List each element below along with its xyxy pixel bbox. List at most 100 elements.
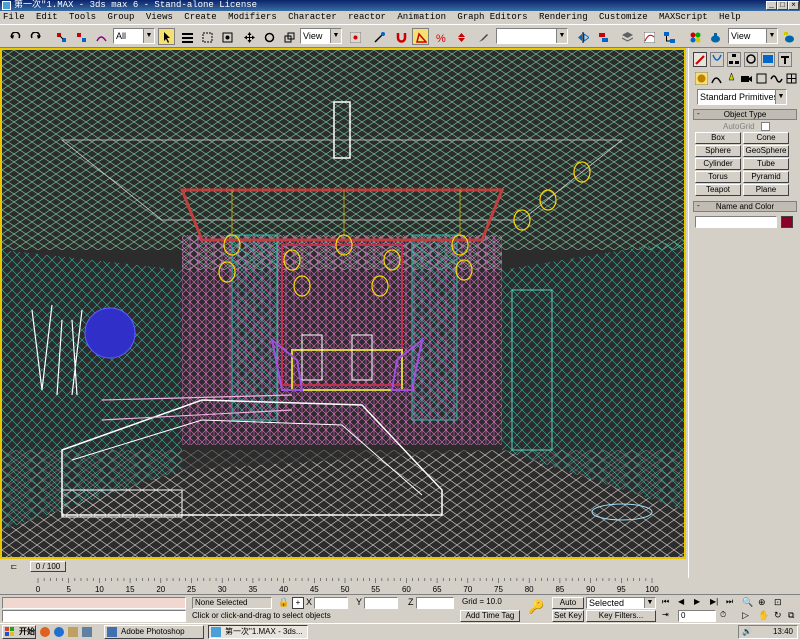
percent-snap-toggle-button[interactable]: % <box>432 28 449 45</box>
close-button[interactable]: × <box>788 1 799 10</box>
render-view-dropdown[interactable]: View ▼ <box>728 28 778 44</box>
current-frame-field[interactable]: 0 <box>678 610 716 622</box>
primitive-category-dropdown[interactable]: Standard Primitives ▼ <box>697 89 787 105</box>
select-move-button[interactable] <box>240 28 257 45</box>
maximize-button[interactable]: □ <box>777 1 788 10</box>
menu-modifiers[interactable]: Modifiers <box>225 11 280 24</box>
object-color-swatch[interactable] <box>781 216 793 228</box>
pan-icon[interactable]: ✋ <box>758 610 772 621</box>
time-slider[interactable]: 0 / 100 <box>30 561 66 572</box>
auto-key-button[interactable]: Auto Key <box>552 597 584 617</box>
cone-button[interactable]: Cone <box>743 132 789 144</box>
key-mode-dropdown[interactable]: Selected ▼ <box>586 597 656 609</box>
absolute-mode-icon[interactable]: + <box>292 597 304 609</box>
bind-space-warp-button[interactable] <box>92 28 109 45</box>
systems-icon[interactable] <box>785 72 798 85</box>
zoom-icon[interactable]: 🔍 <box>742 597 756 608</box>
render-scene-button[interactable] <box>706 28 723 45</box>
cameras-icon[interactable] <box>740 72 753 85</box>
previous-frame-icon[interactable]: ◀ <box>678 597 692 608</box>
lock-icon[interactable]: 🔒 <box>278 597 289 608</box>
helpers-icon[interactable] <box>755 72 768 85</box>
select-and-link-button[interactable] <box>52 28 69 45</box>
display-tab[interactable] <box>761 52 775 67</box>
object-type-rollout-header[interactable]: - Object Type <box>693 109 797 120</box>
next-frame-icon[interactable]: ▶| <box>710 597 724 608</box>
start-button[interactable]: 开始 <box>2 625 36 639</box>
shapes-icon[interactable] <box>710 72 723 85</box>
go-to-start-icon[interactable]: ⏮ <box>662 597 676 608</box>
geosphere-button[interactable]: GeoSphere <box>743 145 789 157</box>
minimize-button[interactable]: _ <box>766 1 777 10</box>
menu-tools[interactable]: Tools <box>66 11 99 24</box>
reference-coordinate-dropdown[interactable]: View ▼ <box>300 28 342 44</box>
modify-tab[interactable] <box>710 52 724 67</box>
task-photoshop[interactable]: Adobe Photoshop <box>104 625 204 639</box>
schematic-view-button[interactable] <box>660 28 677 45</box>
edit-named-selection-button[interactable] <box>474 28 491 45</box>
select-manipulate-button[interactable] <box>370 28 387 45</box>
menu-group[interactable]: Group <box>104 11 137 24</box>
set-key-button[interactable]: Set Key <box>552 610 584 622</box>
task-3dsmax[interactable]: 第一次"1.MAX - 3ds... <box>208 625 308 639</box>
motion-tab[interactable] <box>744 52 758 67</box>
geometry-icon[interactable] <box>695 72 708 85</box>
pyramid-button[interactable]: Pyramid <box>743 171 789 183</box>
maximize-viewport-icon[interactable]: ⧉ <box>788 610 800 621</box>
unlink-button[interactable] <box>72 28 89 45</box>
menu-file[interactable]: File <box>0 11 28 24</box>
go-to-end-icon[interactable]: ⏭ <box>726 597 740 608</box>
key-mode-toggle-icon[interactable]: ⇥ <box>662 610 676 621</box>
menu-edit[interactable]: Edit <box>33 11 61 24</box>
menu-rendering[interactable]: Rendering <box>536 11 591 24</box>
z-coordinate-field[interactable] <box>416 597 454 609</box>
torus-button[interactable]: Torus <box>695 171 741 183</box>
align-button[interactable] <box>594 28 611 45</box>
menu-maxscript[interactable]: MAXScript <box>656 11 711 24</box>
pivot-center-button[interactable] <box>346 28 363 45</box>
layer-manager-button[interactable] <box>618 28 635 45</box>
y-coordinate-field[interactable] <box>364 597 398 609</box>
zoom-extents-icon[interactable]: ⊡ <box>774 597 788 608</box>
quicklaunch-ie-icon[interactable] <box>54 627 64 637</box>
key-filters-button[interactable]: Key Filters... <box>586 610 656 622</box>
menu-animation[interactable]: Animation <box>394 11 449 24</box>
select-by-name-button[interactable] <box>178 28 195 45</box>
time-configuration-icon[interactable]: ⏱ <box>720 610 734 621</box>
teapot-button[interactable]: Teapot <box>695 184 741 196</box>
select-rotate-button[interactable] <box>260 28 277 45</box>
sphere-button[interactable]: Sphere <box>695 145 741 157</box>
box-button[interactable]: Box <box>695 132 741 144</box>
tube-button[interactable]: Tube <box>743 158 789 170</box>
plane-button[interactable]: Plane <box>743 184 789 196</box>
menu-create[interactable]: Create <box>181 11 219 24</box>
volume-icon[interactable]: 🔊 <box>742 627 752 637</box>
hierarchy-tab[interactable] <box>727 52 741 67</box>
create-tab[interactable] <box>693 52 707 67</box>
snaps-toggle-button[interactable] <box>392 28 409 45</box>
add-time-tag-button[interactable]: Add Time Tag <box>460 610 520 622</box>
track-bar[interactable]: 0 5 10 15 20 25 30 35 40 45 50 55 60 65 70 75 80 85 90 95 10… <box>0 578 660 594</box>
selection-filter-dropdown[interactable]: All ▼ <box>113 28 155 44</box>
mirror-button[interactable] <box>574 28 591 45</box>
window-crossing-button[interactable] <box>218 28 235 45</box>
menu-reactor[interactable]: reactor <box>345 11 389 24</box>
play-icon[interactable]: ▶ <box>694 597 708 608</box>
lights-icon[interactable] <box>725 72 738 85</box>
object-name-field[interactable] <box>695 216 777 228</box>
x-coordinate-field[interactable] <box>314 597 348 609</box>
spinner-snap-toggle-button[interactable] <box>452 28 469 45</box>
maxscript-listener-mini[interactable] <box>2 597 186 609</box>
quicklaunch-folder-icon[interactable] <box>68 627 78 637</box>
name-and-color-rollout-header[interactable]: - Name and Color <box>693 201 797 212</box>
menu-character[interactable]: Character <box>285 11 340 24</box>
select-object-button[interactable] <box>158 28 175 45</box>
select-scale-button[interactable] <box>280 28 297 45</box>
arc-rotate-icon[interactable]: ↻ <box>774 610 788 621</box>
open-mini-curve-editor-icon[interactable]: ⊏ <box>4 561 24 573</box>
curve-editor-button[interactable] <box>640 28 657 45</box>
angle-snap-toggle-button[interactable] <box>412 28 429 45</box>
menu-help[interactable]: Help <box>716 11 744 24</box>
field-of-view-icon[interactable]: ▷ <box>742 610 756 621</box>
maxscript-output-mini[interactable] <box>2 610 186 622</box>
